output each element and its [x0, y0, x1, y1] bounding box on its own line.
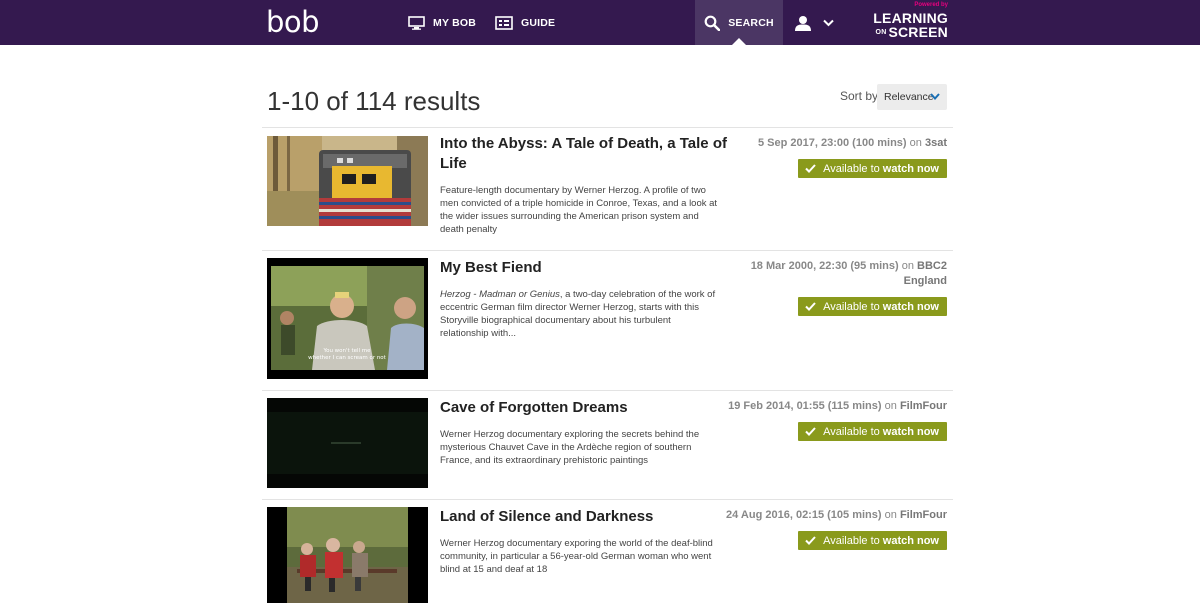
result-item: Cave of Forgotten Dreams Werner Herzog d… — [262, 391, 953, 499]
partner-on: ON — [875, 29, 887, 36]
broadcast-date: 5 Sep 2017, 23:00 (100 mins) — [758, 137, 907, 149]
user-icon — [795, 15, 811, 31]
result-title[interactable]: Land of Silence and Darkness — [440, 507, 730, 527]
nav-my-bob[interactable]: MY BOB — [408, 0, 476, 45]
available-strong: watch now — [882, 300, 939, 313]
result-title[interactable]: Cave of Forgotten Dreams — [440, 398, 730, 418]
thumb-subtitle-line-1: You won't tell me — [322, 348, 371, 354]
result-item: Land of Silence and Darkness Werner Herz… — [262, 500, 953, 603]
broadcast-on: on — [901, 260, 914, 272]
nav-search[interactable]: SEARCH — [695, 0, 783, 45]
chevron-down-icon — [930, 93, 940, 100]
broadcast-date: 24 Aug 2016, 02:15 (105 mins) — [726, 509, 882, 521]
broadcast-info: 19 Feb 2014, 01:55 (115 mins) on FilmFou… — [697, 399, 947, 414]
partner-line-2: ON SCREEN — [876, 24, 948, 40]
broadcast-info: 24 Aug 2016, 02:15 (105 mins) on FilmFou… — [697, 508, 947, 523]
result-title[interactable]: Into the Abyss: A Tale of Death, a Tale … — [440, 134, 730, 174]
nav-guide[interactable]: GUIDE — [495, 0, 555, 45]
thumbnail-land-of-silence-and-darkness[interactable] — [267, 507, 428, 603]
tv-icon — [408, 15, 425, 30]
broadcast-date: 18 Mar 2000, 22:30 (95 mins) — [750, 260, 899, 272]
top-navigation-bar: bob MY BOB GUIDE SEARCH Powered by LEARN… — [0, 0, 1200, 45]
available-text: Available to — [823, 425, 880, 438]
broadcast-on: on — [884, 400, 897, 412]
search-icon — [704, 15, 721, 31]
broadcast-info: 18 Mar 2000, 22:30 (95 mins) on BBC2 Eng… — [747, 259, 947, 289]
user-menu[interactable] — [795, 0, 834, 45]
checkmark-icon — [805, 427, 816, 436]
thumbnail-cave-of-forgotten-dreams[interactable] — [267, 398, 428, 488]
active-tab-notch — [732, 38, 746, 45]
available-text: Available to — [823, 162, 880, 175]
sort-value: Relevance — [884, 91, 934, 103]
available-strong: watch now — [882, 534, 939, 547]
thumbnail-into-the-abyss[interactable] — [267, 136, 428, 226]
sort-label: Sort by — [840, 89, 879, 103]
guide-icon — [495, 15, 513, 30]
broadcast-channel[interactable]: FilmFour — [900, 509, 947, 521]
result-description: Herzog - Madman or Genius, a two-day cel… — [440, 288, 720, 340]
learning-on-screen-logo[interactable]: Powered by LEARNING ON SCREEN — [868, 2, 950, 42]
result-item: Into the Abyss: A Tale of Death, a Tale … — [262, 128, 953, 250]
nav-my-bob-label: MY BOB — [433, 16, 477, 29]
nav-search-label: SEARCH — [728, 16, 774, 29]
description-emphasis: Herzog - Madman or Genius — [440, 289, 560, 300]
result-description: Feature-length documentary by Werner Her… — [440, 185, 718, 235]
checkmark-icon — [805, 302, 816, 311]
result-item: You won't tell me whether I can scream o… — [262, 251, 953, 390]
available-badge[interactable]: Available to watch now — [798, 159, 947, 178]
available-text: Available to — [823, 534, 880, 547]
sort-dropdown[interactable]: Relevance — [877, 84, 947, 110]
thumb-subtitle-line-2: whether I can scream or not — [308, 355, 387, 361]
available-text: Available to — [823, 300, 880, 313]
result-description: Werner Herzog documentary exporing the w… — [440, 538, 713, 575]
broadcast-on: on — [909, 137, 922, 149]
nav-guide-label: GUIDE — [521, 16, 556, 29]
bob-logo[interactable]: bob — [266, 6, 320, 38]
broadcast-info: 5 Sep 2017, 23:00 (100 mins) on 3sat — [697, 136, 947, 151]
checkmark-icon — [805, 164, 816, 173]
result-title[interactable]: My Best Fiend — [440, 258, 730, 278]
available-badge[interactable]: Available to watch now — [798, 297, 947, 316]
result-description: Werner Herzog documentary exploring the … — [440, 429, 700, 466]
checkmark-icon — [805, 536, 816, 545]
available-strong: watch now — [882, 162, 939, 175]
chevron-down-icon — [823, 19, 834, 26]
results-count: 1-10 of 114 results — [267, 86, 481, 116]
thumbnail-my-best-fiend[interactable]: You won't tell me whether I can scream o… — [267, 258, 428, 379]
partner-screen: SCREEN — [888, 24, 948, 40]
broadcast-on: on — [884, 509, 897, 521]
broadcast-channel[interactable]: 3sat — [925, 137, 947, 149]
available-badge[interactable]: Available to watch now — [798, 531, 947, 550]
powered-by-text: Powered by — [914, 2, 948, 8]
broadcast-channel[interactable]: FilmFour — [900, 400, 947, 412]
broadcast-date: 19 Feb 2014, 01:55 (115 mins) — [728, 400, 882, 412]
available-badge[interactable]: Available to watch now — [798, 422, 947, 441]
available-strong: watch now — [882, 425, 939, 438]
